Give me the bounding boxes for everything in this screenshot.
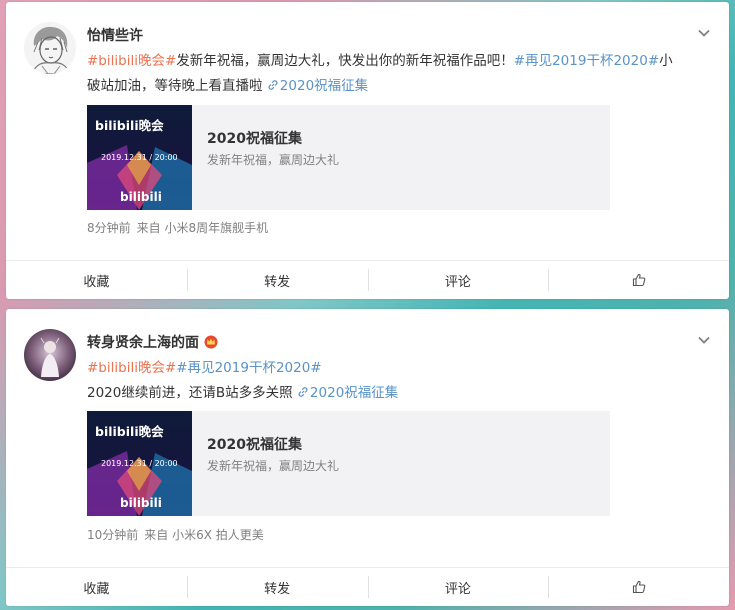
chevron-down-icon[interactable] <box>697 333 711 347</box>
media-title[interactable]: 2020祝福征集 <box>207 434 302 454</box>
crown-badge-icon[interactable] <box>204 335 218 349</box>
post-text: #bilibili晚会##再见2019干杯2020# 2020继续前进，还请B站… <box>87 356 697 406</box>
forward-label: 转发 <box>264 581 291 597</box>
thumb-logo: bilibili <box>120 496 162 510</box>
feed-card: 转身贤余上海的面 #bilibili晚会##再见2019干杯2020# 2020… <box>6 309 729 606</box>
hashtag-bilibili[interactable]: #bilibili晚会# <box>87 53 176 69</box>
media-title[interactable]: 2020祝福征集 <box>207 128 302 148</box>
hashtag-bilibili[interactable]: #bilibili晚会# <box>87 360 176 376</box>
post-body-2: 破站加油，等待晚上看直播啦 <box>87 78 263 94</box>
post-meta: 10分钟前 来自 小米6X 拍人更美 <box>87 526 270 543</box>
post-body: 发新年祝福，赢周边大礼，快发出你的新年祝福作品吧！ <box>176 53 514 69</box>
user-name-text[interactable]: 怡情些许 <box>87 25 143 45</box>
like-button[interactable] <box>548 261 729 299</box>
media-subtitle: 发新年祝福，赢周边大礼 <box>207 153 340 167</box>
bilibili-thumbnail: bilibili晚会 2019.12.31 / 20:00 bilibili <box>87 105 192 210</box>
forward-button[interactable]: 转发 <box>186 568 368 606</box>
media-thumbnail[interactable]: bilibili晚会 2019.12.31 / 20:00 bilibili <box>87 105 192 210</box>
user-name-text[interactable]: 转身贤余上海的面 <box>87 332 199 352</box>
thumb-date: 2019.12.31 / 20:00 <box>101 153 178 162</box>
post-time[interactable]: 10分钟前 <box>87 528 138 542</box>
thumb-date: 2019.12.31 / 20:00 <box>101 459 178 468</box>
collection-link[interactable]: 2020祝福征集 <box>267 78 368 94</box>
favorite-label: 收藏 <box>83 274 110 290</box>
forward-button[interactable]: 转发 <box>186 261 368 299</box>
favorite-button[interactable]: 收藏 <box>6 568 187 606</box>
post-source: 来自 小米8周年旗舰手机 <box>136 221 269 235</box>
forward-label: 转发 <box>264 274 291 290</box>
post-body: 2020继续前进，还请B站多多关照 <box>87 385 293 401</box>
post-time[interactable]: 8分钟前 <box>87 221 131 235</box>
comment-label: 评论 <box>444 581 471 597</box>
media-thumbnail[interactable]: bilibili晚会 2019.12.31 / 20:00 bilibili <box>87 411 192 516</box>
post-source: 来自 小米6X 拍人更美 <box>144 528 264 542</box>
media-card[interactable]: bilibili晚会 2019.12.31 / 20:00 bilibili 2… <box>87 411 610 516</box>
photo-avatar-icon <box>24 329 76 381</box>
action-bar: 收藏 转发 评论 <box>6 260 729 299</box>
post-text: #bilibili晚会#发新年祝福，赢周边大礼，快发出你的新年祝福作品吧！#再见… <box>87 49 697 99</box>
chevron-down-icon[interactable] <box>697 26 711 40</box>
like-button[interactable] <box>548 568 729 606</box>
hashtag-topic[interactable]: #再见2019干杯2020# <box>176 360 321 376</box>
user-name[interactable]: 转身贤余上海的面 <box>87 332 218 352</box>
post-meta: 8分钟前 来自 小米8周年旗舰手机 <box>87 219 274 236</box>
comment-label: 评论 <box>444 274 471 290</box>
sketch-avatar-icon <box>24 22 76 74</box>
avatar[interactable] <box>24 329 76 381</box>
link-icon <box>268 80 278 90</box>
feed-card: 怡情些许 #bilibili晚会#发新年祝福，赢周边大礼，快发出你的新年祝福作品… <box>6 2 729 299</box>
comment-button[interactable]: 评论 <box>367 261 549 299</box>
thumbs-up-icon <box>632 273 645 287</box>
user-name[interactable]: 怡情些许 <box>87 25 143 45</box>
collection-link-text[interactable]: 2020祝福征集 <box>310 385 398 401</box>
thumb-logo: bilibili <box>120 190 162 204</box>
comment-button[interactable]: 评论 <box>367 568 549 606</box>
hashtag-topic[interactable]: #再见2019干杯2020# <box>514 53 659 69</box>
favorite-label: 收藏 <box>83 581 110 597</box>
link-icon <box>298 387 308 397</box>
collection-link[interactable]: 2020祝福征集 <box>297 385 398 401</box>
bilibili-thumbnail: bilibili晚会 2019.12.31 / 20:00 bilibili <box>87 411 192 516</box>
collection-link-text[interactable]: 2020祝福征集 <box>280 78 368 94</box>
thumbs-up-icon <box>632 580 645 594</box>
thumb-title: bilibili晚会 <box>95 424 164 439</box>
media-card[interactable]: bilibili晚会 2019.12.31 / 20:00 bilibili 2… <box>87 105 610 210</box>
thumb-title: bilibili晚会 <box>95 118 164 133</box>
favorite-button[interactable]: 收藏 <box>6 261 187 299</box>
media-subtitle: 发新年祝福，赢周边大礼 <box>207 459 340 473</box>
avatar[interactable] <box>24 22 76 74</box>
action-bar: 收藏 转发 评论 <box>6 567 729 606</box>
post-body-tail: 小 <box>659 53 673 69</box>
